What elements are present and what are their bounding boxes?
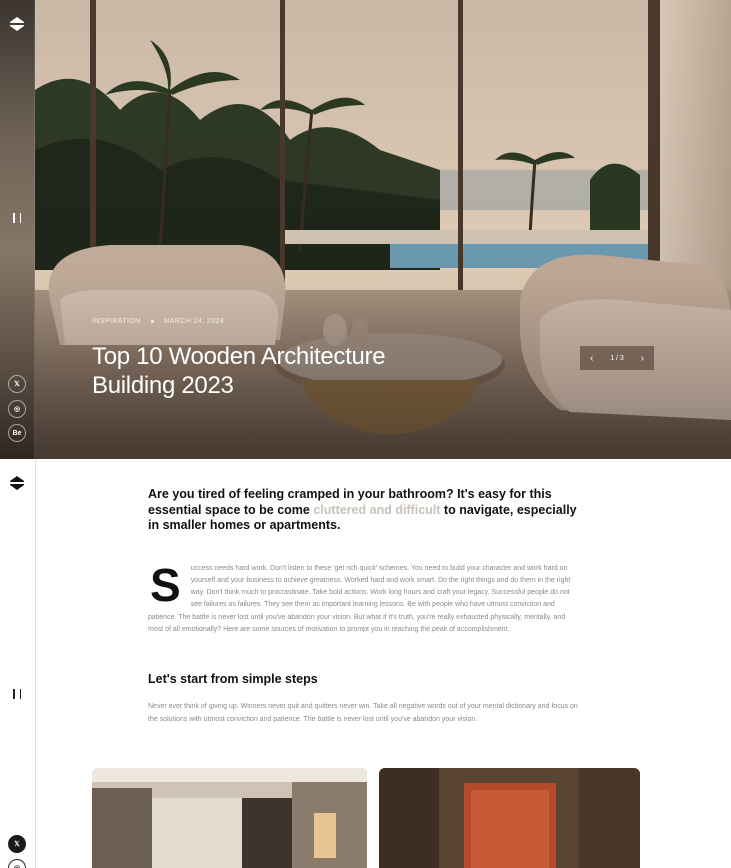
x-icon[interactable]: 𝕏 <box>8 375 26 393</box>
article-body: Are you tired of feeling cramped in your… <box>148 487 580 726</box>
menu-toggle-icon[interactable] <box>13 689 21 699</box>
gallery-image-artwork[interactable] <box>379 768 640 868</box>
section-text: Never ever think of giving up. Winners n… <box>148 703 578 723</box>
chevron-right-icon[interactable]: › <box>641 353 644 364</box>
hero-banner: 𝕏 ◎ Be INSPIRATION MARCH 24, 2024 Top 10… <box>0 0 731 459</box>
post-meta: INSPIRATION MARCH 24, 2024 <box>92 318 224 325</box>
slide-count: 1 / 3 <box>610 354 624 362</box>
drop-cap: S <box>150 558 181 611</box>
article-paragraph: S uccess needs hard work. Don't listen t… <box>148 558 580 637</box>
post-date: MARCH 24, 2024 <box>163 318 225 325</box>
brand-logo-icon[interactable] <box>9 475 25 491</box>
x-icon[interactable]: 𝕏 <box>8 835 26 853</box>
slider-pager: ‹ 1 / 3 › <box>580 346 654 370</box>
hero-title: Top 10 Wooden Architecture Building 2023 <box>92 343 386 399</box>
meta-separator <box>150 320 154 323</box>
paragraph-text: uccess needs hard work. Don't listen to … <box>148 564 571 633</box>
article-lead: Are you tired of feeling cramped in your… <box>148 487 580 534</box>
lead-highlight: cluttered and difficult <box>313 502 441 517</box>
post-category[interactable]: INSPIRATION <box>92 318 141 325</box>
section-heading: Let's start from simple steps <box>148 672 318 687</box>
article-sidebar: 𝕏 ◎ <box>0 459 36 868</box>
behance-icon[interactable]: Be <box>8 424 26 442</box>
gallery-image-interior[interactable] <box>92 768 367 868</box>
brand-logo-icon[interactable] <box>9 16 25 32</box>
chevron-left-icon[interactable]: ‹ <box>590 353 593 364</box>
menu-toggle-icon[interactable] <box>13 213 21 223</box>
instagram-icon[interactable]: ◎ <box>8 859 26 868</box>
hero-sidebar: 𝕏 ◎ Be <box>0 0 35 459</box>
instagram-icon[interactable]: ◎ <box>8 400 26 418</box>
